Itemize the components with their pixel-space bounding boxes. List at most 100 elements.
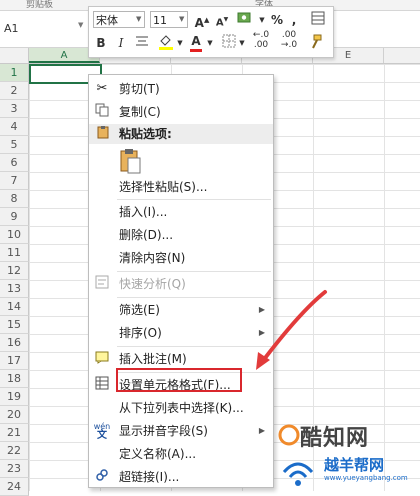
mini-toolbar: 宋体 ▼ 11 ▼ A▲ A▼ ▼ % , B I ▼ A ▼ ▼ ←.0.00…: [88, 6, 334, 58]
menu-item-insert-comment[interactable]: 插入批注(M): [89, 348, 273, 370]
wifi-logo-icon: [282, 462, 314, 486]
menu-item-clear-contents[interactable]: 清除内容(N): [89, 247, 273, 269]
menu-item-label: 从下拉列表中选择(K)...: [119, 401, 244, 415]
menu-item-insert[interactable]: 插入(I)...: [89, 201, 273, 223]
select-all-corner[interactable]: [0, 48, 29, 63]
highlight-box: [116, 368, 242, 392]
row-header[interactable]: 9: [0, 208, 29, 226]
menu-item-label: 选择性粘贴(S)...: [119, 180, 208, 194]
row-header[interactable]: 21: [0, 424, 29, 442]
menu-item-delete[interactable]: 删除(D)...: [89, 224, 273, 246]
caret-up-icon: ▲: [203, 16, 210, 24]
row-header[interactable]: 3: [0, 100, 29, 118]
chevron-down-icon[interactable]: ▼: [207, 34, 213, 52]
row-header[interactable]: 20: [0, 406, 29, 424]
font-color-button[interactable]: A: [187, 32, 205, 52]
increase-decimal-button[interactable]: ←.0.00: [249, 30, 273, 54]
chevron-down-icon[interactable]: ▼: [179, 11, 184, 28]
font-color-swatch: [190, 49, 202, 52]
menu-item-label: 排序(O): [119, 326, 162, 340]
chevron-down-icon[interactable]: ▼: [136, 11, 141, 28]
chevron-down-icon[interactable]: ▼: [239, 34, 245, 52]
currency-format-button[interactable]: [235, 11, 255, 29]
format-table-button[interactable]: [309, 11, 327, 29]
menu-item-label: 删除(D)...: [119, 228, 174, 242]
menu-item-quick-analysis[interactable]: 快速分析(Q): [89, 273, 273, 295]
borders-button[interactable]: [219, 34, 239, 52]
increase-decimal-sub: .00: [253, 40, 269, 50]
menu-item-pick-from-list[interactable]: 从下拉列表中选择(K)...: [89, 397, 273, 419]
menu-item-define-name[interactable]: 定义名称(A)...: [89, 443, 273, 465]
row-header[interactable]: 24: [0, 478, 29, 496]
scissors-icon: ✂: [96, 81, 108, 96]
menu-item-label: 剪切(T): [119, 82, 160, 96]
row-header[interactable]: 8: [0, 190, 29, 208]
currency-icon: [237, 12, 251, 23]
percent-style-button[interactable]: %: [269, 11, 285, 29]
hyperlink-icon: [93, 468, 111, 486]
row-header[interactable]: 2: [0, 82, 29, 100]
fill-color-button[interactable]: [155, 34, 177, 52]
chevron-right-icon: ▶: [258, 328, 265, 337]
row-header[interactable]: 10: [0, 226, 29, 244]
chevron-down-icon[interactable]: ▼: [78, 21, 86, 35]
row-header[interactable]: 17: [0, 352, 29, 370]
row-header[interactable]: 22: [0, 442, 29, 460]
decrease-decimal-label: .00: [281, 30, 297, 40]
format-cells-icon: [93, 376, 111, 394]
table-format-icon: [311, 11, 325, 25]
row-header[interactable]: 14: [0, 298, 29, 316]
format-painter-icon: [312, 34, 322, 49]
row-header[interactable]: 15: [0, 316, 29, 334]
bold-button[interactable]: B: [93, 34, 109, 52]
menu-item-hyperlink[interactable]: 超链接(I)...: [89, 466, 273, 488]
grow-font-button[interactable]: A▲: [193, 11, 211, 30]
menu-separator: [117, 297, 271, 298]
italic-button[interactable]: I: [113, 34, 129, 52]
row-header[interactable]: 4: [0, 118, 29, 136]
menu-item-show-phonetic[interactable]: wén 文 显示拼音字段(S) ▶: [89, 420, 273, 442]
row-header[interactable]: 6: [0, 154, 29, 172]
menu-item-paste-special[interactable]: 选择性粘贴(S)...: [89, 176, 273, 198]
comma-style-button[interactable]: ,: [287, 11, 301, 29]
menu-item-copy[interactable]: 复制(C): [89, 101, 273, 123]
row-header[interactable]: 19: [0, 388, 29, 406]
name-box[interactable]: A1: [4, 22, 74, 35]
row-header[interactable]: 12: [0, 262, 29, 280]
menu-separator: [117, 199, 271, 200]
row-header[interactable]: 1: [0, 64, 29, 82]
row-header[interactable]: 23: [0, 460, 29, 478]
watermark-site-text: 越羊帮网: [324, 456, 385, 474]
shrink-font-button[interactable]: A▼: [213, 11, 231, 29]
menu-separator: [117, 271, 271, 272]
increase-decimal-label: ←.0: [252, 30, 270, 40]
row-header[interactable]: 7: [0, 172, 29, 190]
format-painter-button[interactable]: [305, 34, 325, 52]
menu-item-label: 清除内容(N): [119, 251, 186, 265]
phonetic-icon: wén 文: [93, 422, 111, 441]
menu-item-sort[interactable]: 排序(O) ▶: [89, 322, 273, 344]
decrease-decimal-button[interactable]: .00 →.0: [277, 30, 301, 54]
watermark-logo-icon: [278, 424, 300, 446]
ribbon-group-clipboard: 剪贴板: [26, 0, 54, 10]
context-menu: ✂ 剪切(T) 复制(C) 粘贴选项: 选择性粘贴(S)... 插入(I)...…: [88, 74, 274, 488]
chevron-right-icon: ▶: [258, 426, 265, 435]
row-header[interactable]: 18: [0, 370, 29, 388]
row-header[interactable]: 16: [0, 334, 29, 352]
row-header[interactable]: 5: [0, 136, 29, 154]
grow-font-label: A: [194, 16, 204, 30]
font-color-label: A: [191, 34, 201, 48]
menu-item-filter[interactable]: 筛选(E) ▶: [89, 299, 273, 321]
align-center-button[interactable]: [133, 34, 151, 52]
menu-item-label: 复制(C): [119, 105, 161, 119]
quick-analysis-icon: [93, 275, 111, 293]
menu-item-cut[interactable]: ✂ 剪切(T): [89, 78, 273, 100]
chevron-down-icon[interactable]: ▼: [177, 34, 183, 52]
paste-options-label: 粘贴选项:: [119, 127, 172, 141]
row-header[interactable]: 13: [0, 280, 29, 298]
paste-button[interactable]: [119, 147, 143, 175]
shrink-font-label: A: [215, 17, 224, 29]
chevron-down-icon[interactable]: ▼: [259, 11, 265, 29]
menu-item-label: 插入(I)...: [119, 205, 168, 219]
row-header[interactable]: 11: [0, 244, 29, 262]
